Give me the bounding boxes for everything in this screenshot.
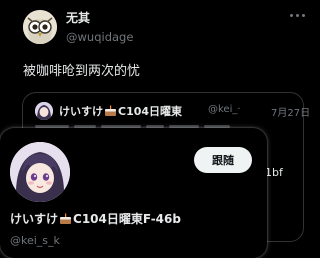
quote-author-name[interactable]: けいすけ C104日曜東 [59,103,182,119]
hovercard-avatar[interactable] [10,142,70,202]
more-options-button[interactable] [290,14,306,20]
quote-text-fragment: 1bf [265,166,283,179]
follow-button[interactable]: 跟随 [194,147,252,173]
cake-icon [60,213,72,224]
dot [302,14,305,17]
tweet-text: 被咖啡呛到两次的忧 [23,64,141,79]
quote-name-prefix: けいすけ [59,105,103,118]
hovercard-name-suffix: C104日曜東F-46b [73,212,181,226]
author-avatar[interactable] [23,10,57,44]
cake-icon [105,105,116,116]
quote-author-avatar[interactable] [35,102,53,120]
hovercard-name-prefix: けいすけ [10,212,59,226]
quote-name-suffix: C104日曜東 [118,105,183,118]
hovercard-name[interactable]: けいすけ C104日曜東F-46b [10,210,181,227]
anime-girl-avatar-icon [10,142,70,202]
profile-hovercard[interactable]: 跟随 けいすけ C104日曜東F-46b @kei_s_k [0,128,267,258]
anime-girl-avatar-icon [35,102,53,120]
author-name[interactable]: 无其 [66,9,90,26]
author-handle[interactable]: @wuqidage [66,30,133,44]
dot [290,14,293,17]
quote-date[interactable]: 7月27日 [271,104,310,119]
owl-avatar-icon [23,10,57,44]
dot [296,14,299,17]
hovercard-handle[interactable]: @kei_s_k [10,234,60,247]
quote-author-handle[interactable]: @kei_· [208,104,241,115]
